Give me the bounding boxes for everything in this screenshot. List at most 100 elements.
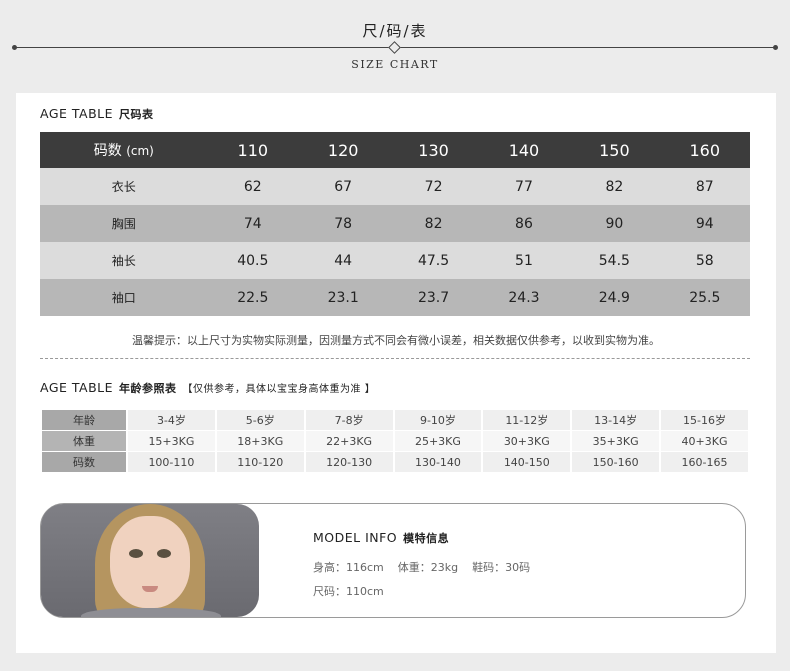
table-row: 体重 15+3KG 18+3KG 22+3KG 25+3KG 30+3KG 35…	[42, 431, 748, 451]
table-row: 袖口 22.5 23.1 23.7 24.3 24.9 25.5	[40, 279, 750, 316]
table-row: 年龄 3-4岁 5-6岁 7-8岁 9-10岁 11-12岁 13-14岁 15…	[42, 410, 748, 430]
row-label: 年龄	[42, 410, 126, 430]
table-cell: 23.1	[297, 279, 389, 316]
divider-dot-right	[773, 45, 778, 50]
size-table: 码数 (cm) 110 120 130 140 150 160 衣长 62 67…	[40, 132, 750, 316]
table-cell: 78	[297, 205, 389, 242]
table-cell: 11-12岁	[483, 410, 571, 430]
table-cell: 40+3KG	[661, 431, 748, 451]
table-cell: 23.7	[388, 279, 479, 316]
table-cell: 35+3KG	[572, 431, 660, 451]
table-row: 胸围 74 78 82 86 90 94	[40, 205, 750, 242]
age-table-heading: AGE TABLE 年龄参照表 【仅供参考，具体以宝宝身高体重为准 】	[40, 380, 375, 396]
table-cell: 22.5	[207, 279, 298, 316]
table-row: 码数 100-110 110-120 120-130 130-140 140-1…	[42, 452, 748, 472]
size-header-cell: 140	[478, 132, 570, 168]
size-unit: (cm)	[126, 144, 154, 158]
size-label: 码数	[93, 143, 122, 159]
age-table-note: 【仅供参考，具体以宝宝身高体重为准 】	[182, 384, 376, 395]
model-info-title: MODEL INFO	[313, 530, 398, 545]
table-cell: 24.9	[569, 279, 660, 316]
measurement-tip: 温馨提示：以上尺寸为实物实际测量，因测量方式不同会有微小误差，相关数据仅供参考，…	[132, 334, 660, 347]
table-cell: 100-110	[128, 452, 215, 472]
table-cell: 5-6岁	[216, 410, 304, 430]
row-label: 衣长	[40, 168, 208, 205]
table-cell: 51	[478, 242, 570, 279]
table-cell: 86	[478, 205, 570, 242]
size-table-title: AGE TABLE	[40, 106, 114, 121]
table-cell: 110-120	[216, 452, 304, 472]
table-cell: 87	[659, 168, 750, 205]
model-shirt	[81, 608, 221, 617]
table-cell: 7-8岁	[305, 410, 393, 430]
model-face	[110, 516, 190, 608]
table-cell: 77	[478, 168, 570, 205]
table-cell: 94	[659, 205, 750, 242]
size-header-cell: 110	[207, 132, 298, 168]
table-cell: 58	[659, 242, 750, 279]
table-cell: 13-14岁	[572, 410, 660, 430]
divider-diamond-icon	[388, 41, 401, 54]
model-photo	[41, 504, 259, 617]
table-cell: 9-10岁	[394, 410, 482, 430]
table-cell: 15-16岁	[661, 410, 748, 430]
table-row: 衣长 62 67 72 77 82 87	[40, 168, 750, 205]
table-cell: 82	[569, 168, 660, 205]
table-cell: 72	[388, 168, 479, 205]
table-cell: 74	[207, 205, 298, 242]
table-row: 袖长 40.5 44 47.5 51 54.5 58	[40, 242, 750, 279]
size-header-cell: 130	[388, 132, 479, 168]
table-cell: 54.5	[569, 242, 660, 279]
row-label: 体重	[42, 431, 126, 451]
table-cell: 30+3KG	[483, 431, 571, 451]
table-cell: 3-4岁	[128, 410, 215, 430]
model-size: 尺码：110cm	[313, 585, 384, 598]
model-eye-right	[157, 549, 171, 558]
table-cell: 82	[388, 205, 479, 242]
age-table-title-cn: 年龄参照表	[119, 382, 177, 395]
size-chart-card: AGE TABLE 尺码表 码数 (cm) 110 120 130 140 150…	[16, 93, 776, 653]
age-table-title: AGE TABLE	[40, 380, 114, 395]
model-size-line: 尺码：110cm	[313, 583, 398, 599]
row-label: 袖口	[40, 279, 208, 316]
page-header: 尺/码/表 SIZE CHART	[0, 0, 790, 90]
size-header-cell: 120	[297, 132, 389, 168]
table-cell: 47.5	[388, 242, 479, 279]
table-cell: 90	[569, 205, 660, 242]
model-height: 身高：116cm	[313, 561, 384, 574]
size-table-heading: AGE TABLE 尺码表	[40, 106, 154, 122]
table-cell: 140-150	[483, 452, 571, 472]
size-header-cell: 150	[569, 132, 660, 168]
dashed-divider	[40, 358, 750, 359]
table-cell: 25+3KG	[394, 431, 482, 451]
model-info-title-cn: 模特信息	[403, 532, 450, 545]
table-cell: 40.5	[207, 242, 298, 279]
model-shoe-size: 鞋码：30码	[472, 561, 531, 574]
table-cell: 130-140	[394, 452, 482, 472]
model-info-panel: MODEL INFO 模特信息 身高：116cm 体重：23kg 鞋码：30码 尺码：…	[40, 503, 746, 618]
table-cell: 67	[297, 168, 389, 205]
size-table-corner: 码数 (cm)	[40, 132, 208, 168]
table-cell: 25.5	[659, 279, 750, 316]
page-title: 尺/码/表	[362, 22, 428, 40]
model-info-heading: MODEL INFO 模特信息	[313, 530, 449, 546]
model-stats-line: 身高：116cm 体重：23kg 鞋码：30码	[313, 559, 544, 575]
table-cell: 18+3KG	[216, 431, 304, 451]
table-cell: 160-165	[661, 452, 748, 472]
row-label: 码数	[42, 452, 126, 472]
table-cell: 15+3KG	[128, 431, 215, 451]
model-eye-left	[129, 549, 143, 558]
table-cell: 62	[207, 168, 298, 205]
size-header-cell: 160	[659, 132, 750, 168]
table-cell: 22+3KG	[305, 431, 393, 451]
table-cell: 44	[297, 242, 389, 279]
table-cell: 150-160	[572, 452, 660, 472]
row-label: 袖长	[40, 242, 208, 279]
size-table-title-cn: 尺码表	[119, 108, 154, 121]
table-cell: 24.3	[478, 279, 570, 316]
table-cell: 120-130	[305, 452, 393, 472]
age-table: 年龄 3-4岁 5-6岁 7-8岁 9-10岁 11-12岁 13-14岁 15…	[40, 409, 750, 473]
model-weight: 体重：23kg	[397, 561, 459, 574]
row-label: 胸围	[40, 205, 208, 242]
size-table-header: 码数 (cm) 110 120 130 140 150 160	[40, 132, 750, 168]
